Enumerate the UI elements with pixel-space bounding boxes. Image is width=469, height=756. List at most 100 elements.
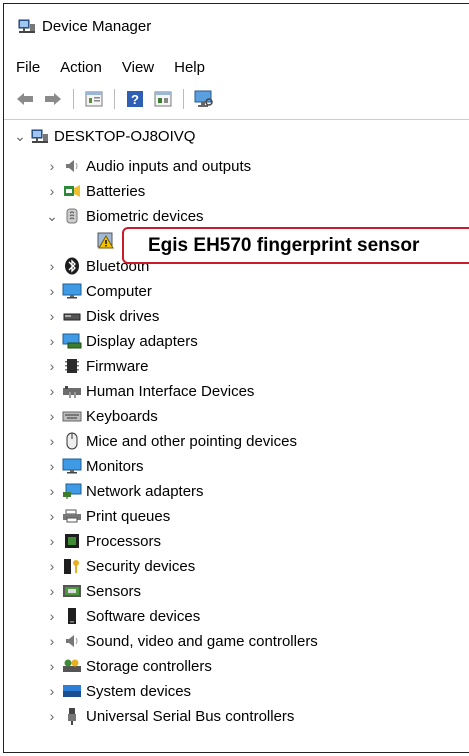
chevron-right-icon[interactable]: ›: [46, 179, 58, 203]
tree-item-keyboards[interactable]: › Keyboards: [46, 404, 158, 428]
tree-item-processors[interactable]: › Processors: [46, 529, 161, 553]
toolbar-separator: [73, 89, 74, 109]
toolbar-divider: [4, 119, 469, 120]
tree-item-label: Audio inputs and outputs: [86, 157, 252, 175]
chevron-right-icon[interactable]: ›: [46, 304, 58, 328]
forward-arrow-icon[interactable]: [42, 89, 64, 109]
chevron-right-icon[interactable]: ›: [46, 554, 58, 578]
tree-item-label: Human Interface Devices: [86, 382, 255, 400]
chevron-right-icon[interactable]: ›: [46, 379, 58, 403]
disk-icon: [62, 307, 82, 325]
tree-item-network[interactable]: › Network adapters: [46, 479, 204, 503]
chevron-right-icon[interactable]: ›: [46, 704, 58, 728]
tree-item-hid[interactable]: › Human Interface Devices: [46, 379, 255, 403]
chevron-right-icon[interactable]: ›: [46, 454, 58, 478]
tree-root[interactable]: ⌄ DESKTOP-OJ8OIVQ: [14, 124, 195, 148]
menu-action[interactable]: Action: [48, 59, 110, 76]
tree-item-batteries[interactable]: › Batteries: [46, 179, 146, 203]
help-icon[interactable]: ?: [124, 89, 146, 109]
tree-item-mice[interactable]: › Mice and other pointing devices: [46, 429, 297, 453]
properties-icon[interactable]: [83, 89, 105, 109]
tree-item-sensors[interactable]: › Sensors: [46, 579, 141, 603]
chevron-down-icon[interactable]: ⌄: [46, 204, 58, 228]
menu-bar: File Action View Help: [4, 52, 213, 82]
chevron-right-icon[interactable]: ›: [46, 354, 58, 378]
chevron-right-icon[interactable]: ›: [46, 154, 58, 178]
tree-item-security[interactable]: › Security devices: [46, 554, 196, 578]
chevron-right-icon[interactable]: ›: [46, 604, 58, 628]
tree-item-computer[interactable]: › Computer: [46, 279, 152, 303]
tree-item-print-queues[interactable]: › Print queues: [46, 504, 171, 528]
monitor-icon: [62, 457, 82, 475]
tree-item-usb[interactable]: › Universal Serial Bus controllers: [46, 704, 294, 728]
tree-item-firmware[interactable]: › Firmware: [46, 354, 149, 378]
printer-icon: [62, 507, 82, 525]
usb-icon: [62, 707, 82, 725]
tree-item-system[interactable]: › System devices: [46, 679, 191, 703]
chevron-right-icon[interactable]: ›: [46, 679, 58, 703]
chevron-right-icon[interactable]: ›: [46, 579, 58, 603]
chevron-right-icon[interactable]: ›: [46, 529, 58, 553]
computer-root-icon: [30, 127, 50, 145]
tree-item-label: Firmware: [86, 357, 149, 375]
chevron-right-icon[interactable]: ›: [46, 329, 58, 353]
scan-hardware-icon[interactable]: [193, 89, 215, 109]
battery-icon: [62, 182, 82, 200]
device-tree: ⌄ DESKTOP-OJ8OIVQ › Audio inputs and out…: [4, 124, 469, 752]
display-icon: [62, 332, 82, 350]
chevron-right-icon[interactable]: ›: [46, 429, 58, 453]
chevron-right-icon[interactable]: ›: [46, 504, 58, 528]
menu-file[interactable]: File: [4, 59, 48, 76]
speaker-icon: [62, 157, 82, 175]
chevron-right-icon[interactable]: ›: [46, 254, 58, 278]
sound-icon: [62, 632, 82, 650]
tree-item-sound[interactable]: › Sound, video and game controllers: [46, 629, 318, 653]
tree-item-label: Biometric devices: [86, 207, 204, 225]
fingerprint-sensor-label: Egis EH570 fingerprint sensor: [148, 234, 420, 256]
warning-device-icon: [96, 232, 116, 250]
chevron-right-icon[interactable]: ›: [46, 654, 58, 678]
menu-view[interactable]: View: [110, 59, 162, 76]
chevron-right-icon[interactable]: ›: [46, 404, 58, 428]
toolbar: ?: [14, 84, 215, 114]
bluetooth-icon: [62, 257, 82, 275]
toolbar-separator: [183, 89, 184, 109]
tree-item-disk-drives[interactable]: › Disk drives: [46, 304, 160, 328]
tree-item-label: Universal Serial Bus controllers: [86, 707, 295, 725]
tree-item-biometric[interactable]: ⌄ Biometric devices: [46, 204, 204, 228]
tree-child-fingerprint[interactable]: [92, 229, 120, 253]
tree-item-display-adapters[interactable]: › Display adapters: [46, 329, 198, 353]
firmware-icon: [62, 357, 82, 375]
tree-item-label: Sound, video and game controllers: [86, 632, 318, 650]
hid-icon: [62, 382, 82, 400]
tree-item-monitors[interactable]: › Monitors: [46, 454, 144, 478]
system-icon: [62, 682, 82, 700]
tree-item-storage[interactable]: › Storage controllers: [46, 654, 212, 678]
menu-help[interactable]: Help: [162, 59, 213, 76]
device-manager-window: Device Manager File Action View Help ? ⌄…: [3, 3, 469, 753]
biometric-icon: [62, 207, 82, 225]
window-title: Device Manager: [42, 17, 152, 35]
tree-root-label: DESKTOP-OJ8OIVQ: [54, 127, 196, 145]
sensor-icon: [62, 582, 82, 600]
tree-item-label: Sensors: [86, 582, 142, 600]
chevron-right-icon[interactable]: ›: [46, 629, 58, 653]
tree-item-software[interactable]: › Software devices: [46, 604, 201, 628]
fingerprint-sensor-callout[interactable]: Egis EH570 fingerprint sensor: [122, 227, 469, 264]
title-bar: Device Manager: [4, 4, 469, 48]
tree-item-label: Network adapters: [86, 482, 204, 500]
chevron-right-icon[interactable]: ›: [46, 279, 58, 303]
tree-item-audio[interactable]: › Audio inputs and outputs: [46, 154, 251, 178]
back-arrow-icon[interactable]: [14, 89, 36, 109]
chevron-right-icon[interactable]: ›: [46, 479, 58, 503]
mouse-icon: [62, 432, 82, 450]
tree-item-label: Keyboards: [86, 407, 158, 425]
tree-item-label: Display adapters: [86, 332, 198, 350]
chevron-down-icon[interactable]: ⌄: [14, 124, 26, 148]
processor-icon: [62, 532, 82, 550]
tree-item-label: Disk drives: [86, 307, 160, 325]
device-manager-icon: [18, 18, 36, 34]
tree-item-label: Monitors: [86, 457, 144, 475]
tree-item-label: Batteries: [86, 182, 146, 200]
update-driver-icon[interactable]: [152, 89, 174, 109]
